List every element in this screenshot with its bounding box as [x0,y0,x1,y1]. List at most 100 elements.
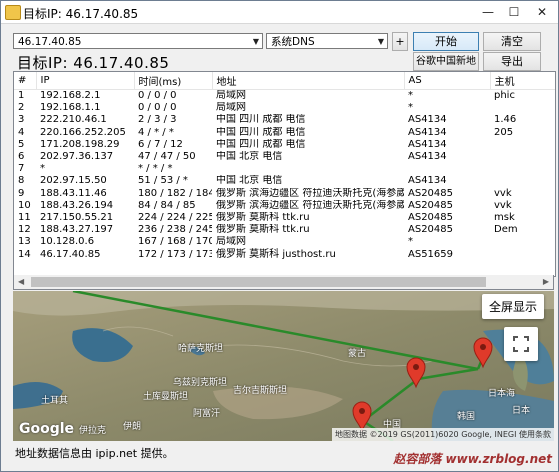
cell-index: 3 [18,114,25,126]
table-row[interactable]: 6 202.97.36.137 47 / 47 / 50 中国 北京 电信 AS4134 [14,151,555,163]
cell-as: AS51659 [408,248,453,260]
cell-index: 13 [18,236,31,248]
table-row[interactable]: 5 171.208.198.29 6 / 7 / 12 中国 四川 成都 电信 AS41… [14,138,555,151]
cell-as: AS4134 [408,175,447,187]
add-button[interactable]: + [392,32,408,51]
maximize-button[interactable]: ☐ [501,1,527,23]
dns-select-value: 系统DNS [271,36,315,48]
cell-index: 12 [18,224,31,236]
cell-time: 167 / 168 / 170 [138,236,212,248]
table-row[interactable]: 9 188.43.11.46 180 / 182 / 184 俄罗斯 滨海边疆区 符拉… [14,187,555,200]
cell-as [404,163,490,175]
table-row[interactable]: 3 222.210.46.1 2 / 3 / 3 中国 四川 成都 电信 AS4134 1… [14,114,555,126]
cell-index: 4 [18,126,25,138]
cell-index: 8 [18,175,25,187]
start-button[interactable]: 开始 [413,32,479,51]
cell-ip: 188.43.11.46 [40,187,107,199]
cell-address: 中国 北京 电信 [216,151,283,163]
table-row[interactable]: 10 188.43.26.194 84 / 84 / 85 俄罗斯 滨海边疆区 符拉迪… [14,199,555,212]
cell-host [490,248,555,260]
export-button[interactable]: 导出 [483,52,541,71]
map-label-japan-sea: 日本海 [488,389,516,399]
cell-address: 中国 四川 成都 电信 [216,114,306,126]
map-marker-dot [413,364,419,370]
cell-as: * [408,236,413,248]
map-label-turkmenistan: 土库曼斯坦 [143,392,189,402]
table-row[interactable]: 1 192.168.2.1 0 / 0 / 0 局域网 * phic [14,90,555,103]
cell-index: 7 [18,163,25,175]
cell-host: vvk [494,199,512,211]
cell-index: 11 [18,211,31,223]
cell-address: 中国 四川 成都 电信 [216,126,306,138]
column-header-host[interactable]: 主机 [490,72,555,90]
cell-time: 47 / 47 / 50 [138,151,196,163]
cell-as: AS20485 [408,211,453,223]
cell-index: 2 [18,102,25,114]
table-row[interactable]: 8 202.97.15.50 51 / 53 / * 中国 北京 电信 AS4134 [14,175,555,187]
cell-ip: 222.210.46.1 [40,114,107,126]
map-label-mongolia: 蒙古 [348,349,367,359]
column-header-ip[interactable]: IP [36,72,135,90]
trace-table[interactable]: # IP 时间(ms) 地址 AS 主机 1 192.168.2.1 0 / 0 /… [13,71,556,277]
cell-host [490,151,555,163]
cell-ip: 202.97.36.137 [40,151,114,163]
map-label-japan: 日本 [512,406,531,416]
cell-ip: 202.97.15.50 [40,175,107,187]
cell-address: 中国 北京 电信 [216,175,283,187]
cell-host [490,175,555,187]
cell-address: 俄罗斯 莫斯科 ttk.ru [216,211,310,223]
minimize-button[interactable]: — [475,1,501,23]
cell-as: * [408,90,413,102]
fullscreen-button[interactable]: 全屏显示 [481,294,544,319]
cell-ip: 188.43.26.194 [40,199,114,211]
cell-ip: * [40,163,45,175]
cell-ip: 10.128.0.6 [40,236,95,248]
google-map-button[interactable]: 谷歌中国新地图 [413,52,479,84]
cell-host [490,236,555,248]
expand-button[interactable] [504,327,538,361]
table-row[interactable]: 13 10.128.0.6 167 / 168 / 170 局域网 * [14,236,555,248]
dns-select[interactable]: 系统DNS ▼ [266,33,388,49]
cell-host [490,102,555,114]
cell-ip: 171.208.198.29 [40,138,120,150]
cell-time: 0 / 0 / 0 [138,102,177,114]
cell-index: 9 [18,187,25,199]
cell-host: vvk [494,187,512,199]
table-row[interactable]: 2 192.168.1.1 0 / 0 / 0 局域网 * [14,102,555,114]
column-header-time[interactable]: 时间(ms) [134,72,213,90]
cell-index: 1 [18,90,25,102]
table-row[interactable]: 14 46.17.40.85 172 / 173 / 173 俄罗斯 莫斯科 just… [14,248,555,260]
ip-input-combo[interactable]: 46.17.40.85 ▼ [13,33,263,49]
column-header-address[interactable]: 地址 [212,72,405,90]
scrollbar-thumb[interactable] [31,277,486,287]
map-marker-dot [359,408,365,414]
chevron-down-icon[interactable]: ▼ [253,34,259,50]
map-label-iraq: 伊拉克 [79,426,107,436]
cell-host: 1.46 [494,114,517,126]
table-row[interactable]: 11 217.150.55.21 224 / 224 / 225 俄罗斯 莫斯科 tt… [14,211,555,224]
map-attribution[interactable]: 地图数据 ©2019 GS(2011)6020 Google, INEGI 使用… [331,428,554,441]
table-row[interactable]: 12 188.43.27.197 236 / 238 / 245 俄罗斯 莫斯科 tt… [14,224,555,236]
clear-button[interactable]: 清空 [483,32,541,51]
cell-host: 205 [494,126,514,138]
close-button[interactable]: ✕ [527,1,557,23]
scroll-left-icon[interactable]: ◀ [18,277,24,286]
route-map[interactable]: 哈萨克斯坦 蒙古 土耳其 阿富汗 伊朗 土库曼斯坦 乌兹别克斯坦 吉尔吉斯斯坦 … [13,291,554,441]
chevron-down-icon[interactable]: ▼ [378,34,384,50]
map-label-kazakhstan: 哈萨克斯坦 [178,344,224,354]
column-header-as[interactable]: AS [404,72,491,90]
scroll-right-icon[interactable]: ▶ [543,277,549,286]
table-row[interactable]: 4 220.166.252.205 4 / * / * 中国 四川 成都 电信 AS41… [14,126,555,139]
horizontal-scrollbar[interactable]: ◀ ▶ [13,275,554,290]
cell-address: 俄罗斯 滨海边疆区 符拉迪沃斯托克(海参崴... [216,199,404,211]
cell-time: 172 / 173 / 173 [138,248,212,260]
watermark: 赵容部落 www.zrblog.net [393,452,552,466]
table-row[interactable]: 7 * * / * / * [14,163,555,175]
cell-index: 14 [18,248,31,260]
cell-ip: 188.43.27.197 [40,224,114,236]
map-label-iran: 伊朗 [123,422,142,432]
cell-host: msk [494,211,515,223]
cell-time: 84 / 84 / 85 [138,199,196,211]
cell-time: 180 / 182 / 184 [138,187,212,199]
column-header-index[interactable]: # [14,72,37,90]
